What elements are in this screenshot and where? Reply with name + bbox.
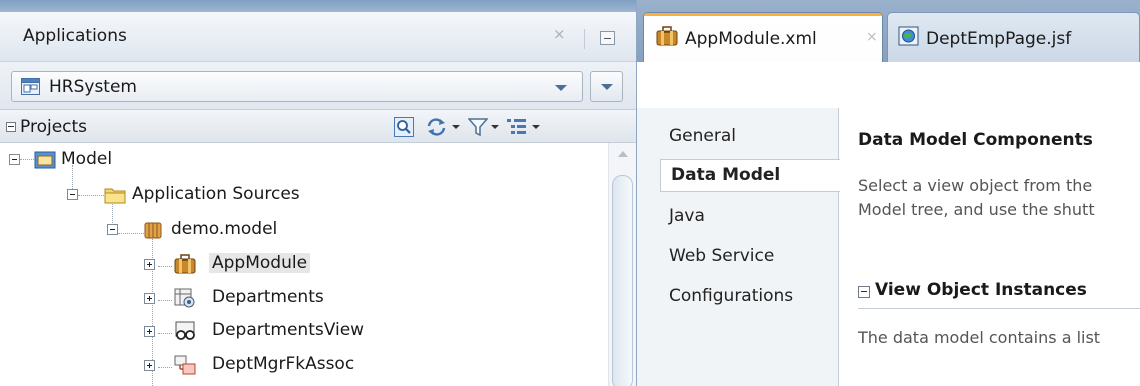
applications-header: Applications ×	[0, 12, 636, 62]
expand-icon[interactable]	[144, 360, 155, 371]
projects-title: Projects	[20, 117, 88, 137]
applications-title: Applications	[23, 26, 127, 46]
close-icon[interactable]: ×	[866, 29, 878, 45]
expand-icon[interactable]	[144, 326, 155, 337]
expand-icon[interactable]	[144, 293, 155, 304]
tree-node-label: Application Sources	[132, 184, 300, 204]
find-icon[interactable]	[394, 117, 414, 137]
tab-appmodule-xml[interactable]: AppModule.xml ×	[643, 12, 883, 62]
chevron-down-icon	[555, 85, 567, 91]
application-selector[interactable]: HRSystem	[11, 71, 583, 102]
close-icon[interactable]: ×	[553, 25, 566, 43]
window-top-strip	[0, 0, 636, 12]
applications-navigator: Applications × HRSystem Projects Model A…	[0, 0, 636, 386]
collapse-icon[interactable]	[67, 189, 78, 200]
package-icon	[142, 220, 164, 240]
collapse-icon[interactable]	[9, 154, 20, 165]
entity-object-icon	[174, 288, 196, 308]
tree-node-model[interactable]: Model	[0, 146, 240, 173]
projects-header: Projects	[0, 110, 636, 143]
editor-area: AppModule.xml × DeptEmpPage.jsf General …	[637, 0, 1140, 386]
section-description: The data model contains a list	[858, 328, 1101, 347]
tree-node-label: DepartmentsView	[212, 320, 365, 340]
tree-node-application-sources[interactable]: Application Sources	[0, 181, 340, 208]
tab-deptemppage-jsf[interactable]: DeptEmpPage.jsf	[887, 12, 1140, 62]
collapse-icon[interactable]	[6, 122, 16, 132]
data-model-page: Data Model Components Select a view obje…	[840, 108, 1140, 386]
editor-toolbar-area	[637, 62, 1140, 108]
nav-item-configurations[interactable]: Configurations	[669, 286, 793, 306]
project-tree: Model Application Sources demo.model App…	[0, 143, 608, 386]
tree-node-label: Model	[61, 149, 113, 169]
tree-node-label: Departments	[212, 287, 324, 307]
view-object-icon	[174, 321, 196, 341]
nav-item-java[interactable]: Java	[669, 206, 705, 226]
scroll-up-icon[interactable]	[618, 151, 628, 157]
collapse-icon[interactable]	[107, 224, 118, 235]
editor-tab-bar: AppModule.xml × DeptEmpPage.jsf	[637, 0, 1140, 62]
minimize-icon[interactable]	[600, 31, 615, 45]
project-icon	[34, 150, 56, 170]
tab-label: DeptEmpPage.jsf	[926, 29, 1072, 49]
editor-side-nav: General Data Model Java Web Service Conf…	[637, 108, 840, 386]
expand-icon[interactable]	[144, 259, 155, 270]
tree-node-deptmgrfkassoc[interactable]: DeptMgrFkAssoc	[0, 351, 380, 378]
section-title: View Object Instances	[875, 280, 1087, 300]
application-module-editor: General Data Model Java Web Service Conf…	[637, 62, 1140, 386]
filter-icon[interactable]	[468, 117, 488, 137]
working-sets-dropdown-icon[interactable]	[532, 125, 540, 129]
nav-item-general[interactable]: General	[669, 126, 736, 146]
application-icon	[21, 78, 40, 95]
tree-node-label: demo.model	[171, 219, 278, 239]
folder-icon	[104, 185, 126, 205]
description-line: Model tree, and use the shutt	[858, 200, 1095, 219]
nav-item-web-service[interactable]: Web Service	[669, 246, 774, 266]
tab-label: AppModule.xml	[685, 29, 817, 49]
tree-node-departments[interactable]: Departments	[0, 284, 340, 311]
application-menu-button[interactable]	[590, 71, 623, 102]
application-module-icon	[174, 254, 196, 274]
header-divider	[584, 29, 585, 49]
scroll-thumb[interactable]	[612, 175, 633, 386]
filter-dropdown-icon[interactable]	[491, 125, 499, 129]
section-divider	[858, 308, 1140, 309]
page-title: Data Model Components	[858, 130, 1093, 150]
tree-node-departmentsview[interactable]: DepartmentsView	[0, 317, 380, 344]
working-sets-icon[interactable]	[506, 117, 528, 137]
sync-dropdown-icon[interactable]	[452, 125, 460, 129]
application-selector-row: HRSystem	[0, 62, 636, 110]
tree-node-appmodule[interactable]: AppModule	[0, 250, 340, 277]
tree-scrollbar[interactable]	[608, 143, 636, 386]
tree-node-label: DeptMgrFkAssoc	[212, 354, 355, 374]
tree-node-label: AppModule	[209, 253, 311, 273]
collapse-icon[interactable]	[858, 286, 870, 298]
tree-node-demo-model[interactable]: demo.model	[0, 216, 310, 243]
application-module-icon	[656, 26, 678, 46]
nav-item-data-model[interactable]: Data Model	[660, 159, 840, 192]
description-line: Select a view object from the	[858, 176, 1093, 195]
application-name: HRSystem	[49, 77, 137, 97]
association-icon	[174, 355, 196, 375]
jsf-page-icon	[898, 26, 920, 46]
sync-icon[interactable]	[426, 117, 448, 137]
